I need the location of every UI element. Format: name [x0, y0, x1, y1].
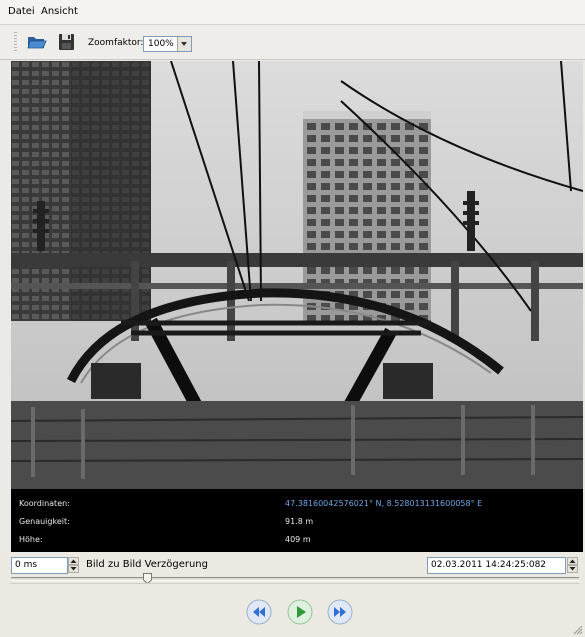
chevron-up-icon — [569, 559, 576, 563]
zoom-label: Zoomfaktor: — [88, 38, 144, 48]
play-icon — [287, 599, 313, 625]
fast-forward-icon — [327, 599, 353, 625]
datetime-up-button[interactable] — [567, 557, 578, 565]
delay-spin-buttons — [68, 557, 80, 574]
coordinates-label: Koordinaten: — [19, 499, 70, 508]
datetime-value: 02.03.2011 14:24:25:082 — [431, 560, 547, 570]
coordinates-value: 47.38160042576021° N, 8.528013131600058°… — [285, 499, 483, 508]
fast-forward-button[interactable] — [327, 599, 353, 625]
delay-down-button[interactable] — [68, 565, 79, 573]
save-button[interactable] — [56, 32, 78, 52]
chevron-down-icon — [70, 567, 77, 571]
accuracy-value: 91.8 m — [285, 517, 314, 526]
resize-grip-icon[interactable] — [573, 625, 583, 635]
delay-value: 0 ms — [15, 560, 38, 570]
playback-button-bar — [11, 583, 579, 636]
save-icon — [59, 34, 74, 50]
delay-label: Bild zu Bild Verzögerung — [86, 559, 208, 570]
timeline-slider-track[interactable] — [11, 577, 579, 581]
menu-datei[interactable]: Datei — [8, 6, 35, 17]
catenary-photo — [11, 61, 583, 489]
menu-bar: Datei Ansicht — [0, 0, 585, 25]
chevron-down-icon — [569, 567, 576, 571]
chevron-down-icon[interactable] — [177, 37, 191, 51]
open-folder-icon — [27, 37, 47, 49]
delay-up-button[interactable] — [68, 557, 79, 565]
height-label: Höhe: — [19, 535, 43, 544]
image-viewer: Koordinaten: 47.38160042576021° N, 8.528… — [11, 61, 583, 552]
zoom-value: 100% — [148, 39, 174, 49]
toolbar-grip[interactable] — [14, 32, 17, 52]
open-folder-button[interactable] — [26, 32, 48, 52]
rewind-icon — [246, 599, 272, 625]
menu-ansicht[interactable]: Ansicht — [41, 6, 78, 17]
gps-info-panel: Koordinaten: 47.38160042576021° N, 8.528… — [11, 489, 583, 552]
playback-controls: 0 ms Bild zu Bild Verzögerung 02.03.2011… — [0, 553, 585, 637]
datetime-down-button[interactable] — [567, 565, 578, 573]
datetime-spin-buttons — [567, 557, 579, 574]
rewind-button[interactable] — [246, 599, 272, 625]
delay-spinbox[interactable]: 0 ms — [11, 557, 68, 574]
zoom-select[interactable]: 100% — [143, 36, 192, 52]
chevron-up-icon — [70, 559, 77, 563]
accuracy-label: Genauigkeit: — [19, 517, 70, 526]
toolbar: Zoomfaktor: 100% — [0, 25, 585, 60]
play-button[interactable] — [287, 599, 313, 625]
app-window: Datei Ansicht Zoomfaktor: 100% Koordinat… — [0, 0, 585, 637]
height-value: 409 m — [285, 535, 311, 544]
datetime-field[interactable]: 02.03.2011 14:24:25:082 — [427, 557, 566, 574]
